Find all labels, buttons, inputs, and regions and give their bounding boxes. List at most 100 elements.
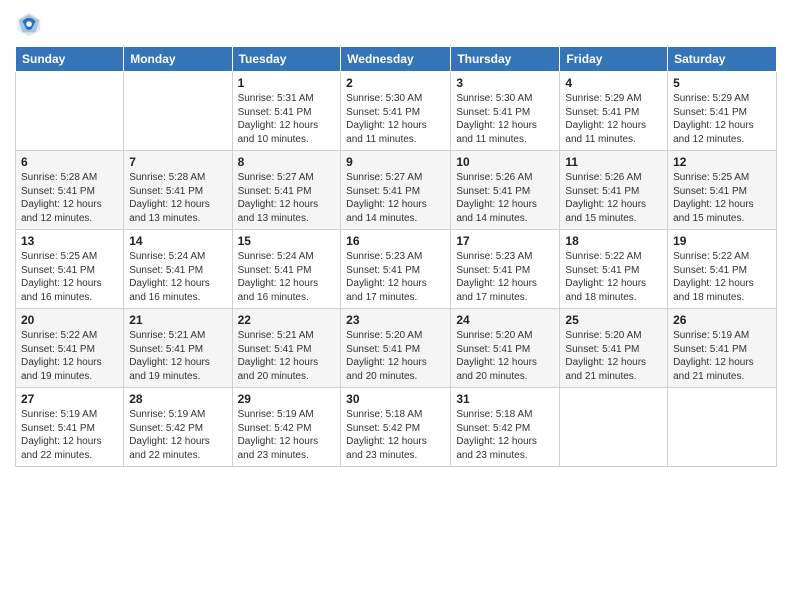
- day-cell: 23Sunrise: 5:20 AMSunset: 5:41 PMDayligh…: [341, 309, 451, 388]
- day-number: 24: [456, 313, 554, 327]
- day-info: Sunrise: 5:23 AMSunset: 5:41 PMDaylight:…: [346, 250, 445, 304]
- day-number: 2: [346, 76, 445, 90]
- day-info: Sunrise: 5:19 AMSunset: 5:41 PMDaylight:…: [673, 329, 771, 383]
- day-number: 23: [346, 313, 445, 327]
- weekday-tuesday: Tuesday: [232, 47, 341, 72]
- day-cell: 19Sunrise: 5:22 AMSunset: 5:41 PMDayligh…: [668, 230, 777, 309]
- day-cell: 26 Sunrise: 5:19 AMSunset: 5:41 PMDayligh…: [668, 309, 777, 388]
- day-cell: 5Sunrise: 5:29 AMSunset: 5:41 PMDaylight…: [668, 72, 777, 151]
- day-cell: 15 Sunrise: 5:24 AMSunset: 5:41 PMDayligh…: [232, 230, 341, 309]
- day-number: 15: [238, 234, 336, 248]
- day-cell: 31 Sunrise: 5:18 AMSunset: 5:42 PMDayligh…: [451, 388, 560, 467]
- day-info: Sunrise: 5:18 AMSunset: 5:42 PMDaylight:…: [346, 408, 445, 462]
- day-number: 8: [238, 155, 336, 169]
- day-cell: 4 Sunrise: 5:29 AMSunset: 5:41 PMDaylight…: [560, 72, 668, 151]
- day-number: 26: [673, 313, 771, 327]
- day-info: Sunrise: 5:22 AMSunset: 5:41 PMDaylight:…: [21, 329, 118, 383]
- weekday-thursday: Thursday: [451, 47, 560, 72]
- day-info: Sunrise: 5:26 AMSunset: 5:41 PMDaylight:…: [456, 171, 554, 225]
- day-number: 3: [456, 76, 554, 90]
- logo-icon: [15, 10, 43, 38]
- day-number: 13: [21, 234, 118, 248]
- day-cell: 21 Sunrise: 5:21 AMSunset: 5:41 PMDayligh…: [124, 309, 232, 388]
- day-info: Sunrise: 5:30 AMSunset: 5:41 PMDaylight:…: [346, 92, 445, 146]
- day-cell: 8 Sunrise: 5:27 AMSunset: 5:41 PMDaylight…: [232, 151, 341, 230]
- day-number: 31: [456, 392, 554, 406]
- calendar-table: SundayMondayTuesdayWednesdayThursdayFrid…: [15, 46, 777, 467]
- day-number: 5: [673, 76, 771, 90]
- week-row-4: 20Sunrise: 5:22 AMSunset: 5:41 PMDayligh…: [16, 309, 777, 388]
- day-cell: [16, 72, 124, 151]
- day-cell: 11 Sunrise: 5:26 AMSunset: 5:41 PMDayligh…: [560, 151, 668, 230]
- day-number: 14: [129, 234, 226, 248]
- day-info: Sunrise: 5:23 AMSunset: 5:41 PMDaylight:…: [456, 250, 554, 304]
- weekday-saturday: Saturday: [668, 47, 777, 72]
- day-info: Sunrise: 5:18 AMSunset: 5:42 PMDaylight:…: [456, 408, 554, 462]
- day-number: 17: [456, 234, 554, 248]
- day-number: 19: [673, 234, 771, 248]
- day-number: 7: [129, 155, 226, 169]
- day-info: Sunrise: 5:28 AMSunset: 5:41 PMDaylight:…: [21, 171, 118, 225]
- day-number: 4: [565, 76, 662, 90]
- day-number: 16: [346, 234, 445, 248]
- weekday-wednesday: Wednesday: [341, 47, 451, 72]
- day-cell: 30Sunrise: 5:18 AMSunset: 5:42 PMDayligh…: [341, 388, 451, 467]
- day-info: Sunrise: 5:26 AMSunset: 5:41 PMDaylight:…: [565, 171, 662, 225]
- week-row-3: 13 Sunrise: 5:25 AMSunset: 5:41 PMDayligh…: [16, 230, 777, 309]
- logo: [15, 10, 47, 38]
- day-cell: 27 Sunrise: 5:19 AMSunset: 5:41 PMDayligh…: [16, 388, 124, 467]
- day-cell: [124, 72, 232, 151]
- day-cell: 10 Sunrise: 5:26 AMSunset: 5:41 PMDayligh…: [451, 151, 560, 230]
- day-cell: 25 Sunrise: 5:20 AMSunset: 5:41 PMDayligh…: [560, 309, 668, 388]
- day-info: Sunrise: 5:27 AMSunset: 5:41 PMDaylight:…: [346, 171, 445, 225]
- weekday-sunday: Sunday: [16, 47, 124, 72]
- day-info: Sunrise: 5:20 AMSunset: 5:41 PMDaylight:…: [565, 329, 662, 383]
- day-number: 11: [565, 155, 662, 169]
- day-info: Sunrise: 5:25 AMSunset: 5:41 PMDaylight:…: [21, 250, 118, 304]
- week-row-1: 1 Sunrise: 5:31 AMSunset: 5:41 PMDaylight…: [16, 72, 777, 151]
- header: [15, 10, 777, 38]
- day-info: Sunrise: 5:24 AMSunset: 5:41 PMDaylight:…: [129, 250, 226, 304]
- day-number: 21: [129, 313, 226, 327]
- day-info: Sunrise: 5:19 AMSunset: 5:41 PMDaylight:…: [21, 408, 118, 462]
- day-number: 22: [238, 313, 336, 327]
- day-cell: 7 Sunrise: 5:28 AMSunset: 5:41 PMDaylight…: [124, 151, 232, 230]
- day-info: Sunrise: 5:29 AMSunset: 5:41 PMDaylight:…: [565, 92, 662, 146]
- weekday-friday: Friday: [560, 47, 668, 72]
- day-cell: 1 Sunrise: 5:31 AMSunset: 5:41 PMDaylight…: [232, 72, 341, 151]
- day-info: Sunrise: 5:22 AMSunset: 5:41 PMDaylight:…: [565, 250, 662, 304]
- day-number: 25: [565, 313, 662, 327]
- day-number: 29: [238, 392, 336, 406]
- day-cell: [668, 388, 777, 467]
- day-cell: [560, 388, 668, 467]
- day-info: Sunrise: 5:24 AMSunset: 5:41 PMDaylight:…: [238, 250, 336, 304]
- day-cell: 22 Sunrise: 5:21 AMSunset: 5:41 PMDayligh…: [232, 309, 341, 388]
- day-cell: 9Sunrise: 5:27 AMSunset: 5:41 PMDaylight…: [341, 151, 451, 230]
- day-info: Sunrise: 5:19 AMSunset: 5:42 PMDaylight:…: [129, 408, 226, 462]
- day-cell: 24 Sunrise: 5:20 AMSunset: 5:41 PMDayligh…: [451, 309, 560, 388]
- day-number: 27: [21, 392, 118, 406]
- day-info: Sunrise: 5:31 AMSunset: 5:41 PMDaylight:…: [238, 92, 336, 146]
- day-info: Sunrise: 5:20 AMSunset: 5:41 PMDaylight:…: [456, 329, 554, 383]
- day-info: Sunrise: 5:21 AMSunset: 5:41 PMDaylight:…: [129, 329, 226, 383]
- day-number: 28: [129, 392, 226, 406]
- day-cell: 18Sunrise: 5:22 AMSunset: 5:41 PMDayligh…: [560, 230, 668, 309]
- week-row-5: 27 Sunrise: 5:19 AMSunset: 5:41 PMDayligh…: [16, 388, 777, 467]
- day-info: Sunrise: 5:28 AMSunset: 5:41 PMDaylight:…: [129, 171, 226, 225]
- day-cell: 20Sunrise: 5:22 AMSunset: 5:41 PMDayligh…: [16, 309, 124, 388]
- day-cell: 16 Sunrise: 5:23 AMSunset: 5:41 PMDayligh…: [341, 230, 451, 309]
- day-cell: 17 Sunrise: 5:23 AMSunset: 5:41 PMDayligh…: [451, 230, 560, 309]
- day-cell: 14 Sunrise: 5:24 AMSunset: 5:41 PMDayligh…: [124, 230, 232, 309]
- day-cell: 29Sunrise: 5:19 AMSunset: 5:42 PMDayligh…: [232, 388, 341, 467]
- weekday-monday: Monday: [124, 47, 232, 72]
- day-cell: 12Sunrise: 5:25 AMSunset: 5:41 PMDayligh…: [668, 151, 777, 230]
- weekday-header-row: SundayMondayTuesdayWednesdayThursdayFrid…: [16, 47, 777, 72]
- day-number: 1: [238, 76, 336, 90]
- day-number: 10: [456, 155, 554, 169]
- day-cell: 28 Sunrise: 5:19 AMSunset: 5:42 PMDayligh…: [124, 388, 232, 467]
- day-number: 6: [21, 155, 118, 169]
- day-info: Sunrise: 5:21 AMSunset: 5:41 PMDaylight:…: [238, 329, 336, 383]
- day-info: Sunrise: 5:27 AMSunset: 5:41 PMDaylight:…: [238, 171, 336, 225]
- day-cell: 2 Sunrise: 5:30 AMSunset: 5:41 PMDaylight…: [341, 72, 451, 151]
- day-number: 12: [673, 155, 771, 169]
